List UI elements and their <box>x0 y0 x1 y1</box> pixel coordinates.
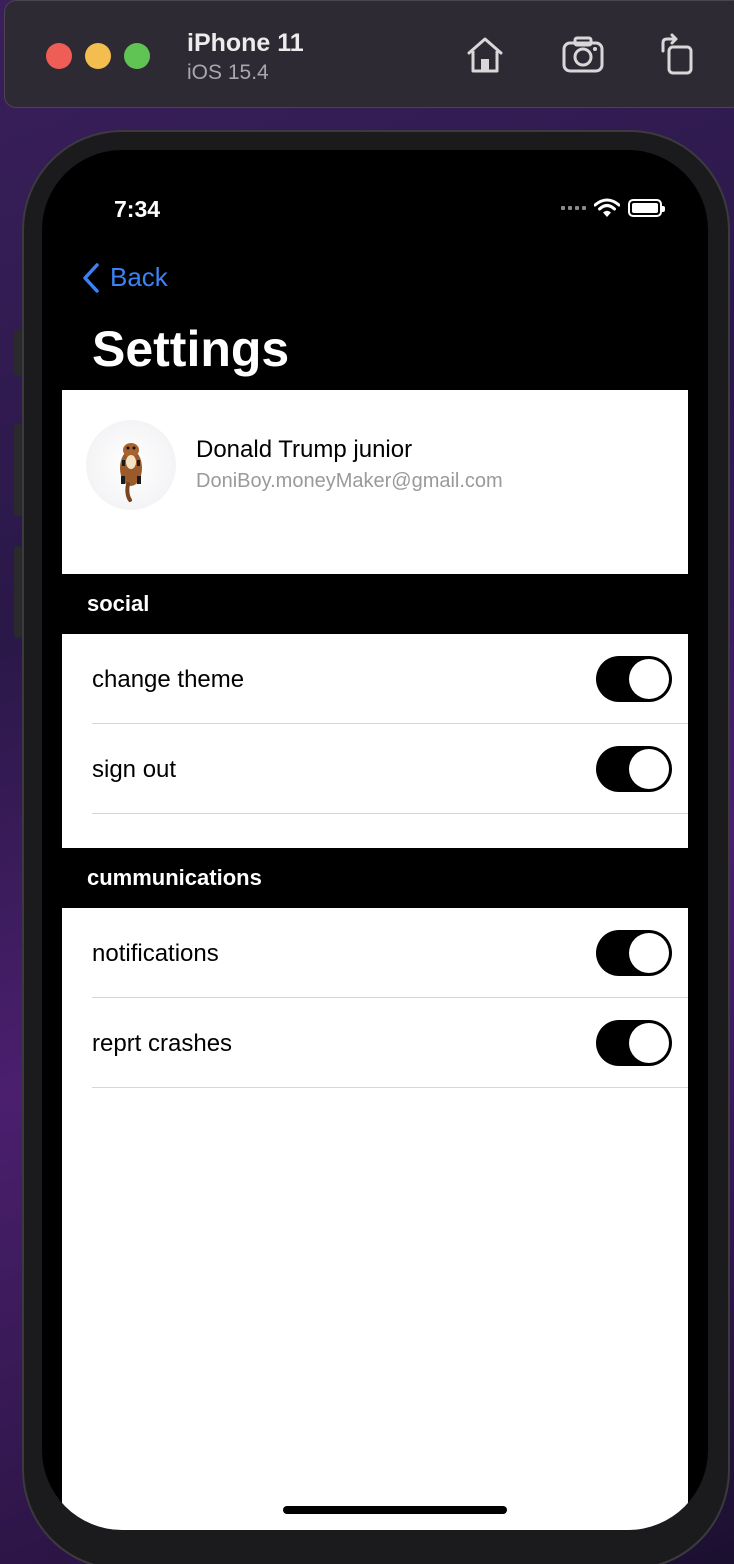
section-communications: notifications reprt crashes <box>62 908 688 1088</box>
profile-email: DoniBoy.moneyMaker@gmail.com <box>196 470 503 492</box>
back-button[interactable]: Back <box>82 262 168 293</box>
simulator-toolbar: iPhone 11 iOS 15.4 <box>4 0 734 108</box>
wifi-icon <box>594 198 620 217</box>
volume-up-button <box>14 424 22 516</box>
status-time: 7:34 <box>114 196 161 222</box>
minimize-window-button[interactable] <box>85 43 111 69</box>
device-os-version: iOS 15.4 <box>187 61 269 84</box>
list-item: reprt crashes <box>62 998 688 1088</box>
device-name: iPhone 11 <box>187 29 304 57</box>
close-window-button[interactable] <box>46 43 72 69</box>
list-item: change theme <box>62 634 688 724</box>
list-item: notifications <box>62 908 688 998</box>
chevron-left-icon <box>83 262 99 293</box>
zoom-window-button[interactable] <box>124 43 150 69</box>
section-header-communications: cummunications <box>62 848 688 908</box>
profile-card[interactable]: Donald Trump junior DoniBoy.moneyMaker@g… <box>62 390 688 574</box>
battery-icon <box>628 199 665 217</box>
status-icons <box>561 198 665 218</box>
settings-list: Donald Trump junior DoniBoy.moneyMaker@g… <box>62 390 688 1530</box>
notifications-toggle[interactable] <box>596 930 672 976</box>
page-title: Settings <box>92 321 290 377</box>
sign-out-toggle[interactable] <box>596 746 672 792</box>
change-theme-toggle[interactable] <box>596 656 672 702</box>
avatar <box>86 420 176 510</box>
cellular-signal-icon <box>561 206 586 210</box>
row-label: change theme <box>92 666 245 693</box>
back-label: Back <box>110 262 168 292</box>
home-indicator[interactable] <box>283 1506 507 1514</box>
mute-switch <box>14 330 22 376</box>
home-icon[interactable] <box>463 33 507 77</box>
section-social: change theme sign out <box>62 634 688 848</box>
row-label: notifications <box>92 940 219 967</box>
profile-name: Donald Trump junior <box>196 436 413 463</box>
section-header-social: social <box>62 574 688 634</box>
row-label: sign out <box>92 756 177 783</box>
row-label: reprt crashes <box>92 1030 233 1057</box>
list-item: sign out <box>62 724 688 814</box>
device-screen: 7:34 Back Settings Donald Trump junior D… <box>42 150 708 1530</box>
rotate-icon[interactable] <box>653 33 697 77</box>
report-crashes-toggle[interactable] <box>596 1020 672 1066</box>
volume-down-button <box>14 546 22 638</box>
screenshot-icon[interactable] <box>561 33 605 77</box>
